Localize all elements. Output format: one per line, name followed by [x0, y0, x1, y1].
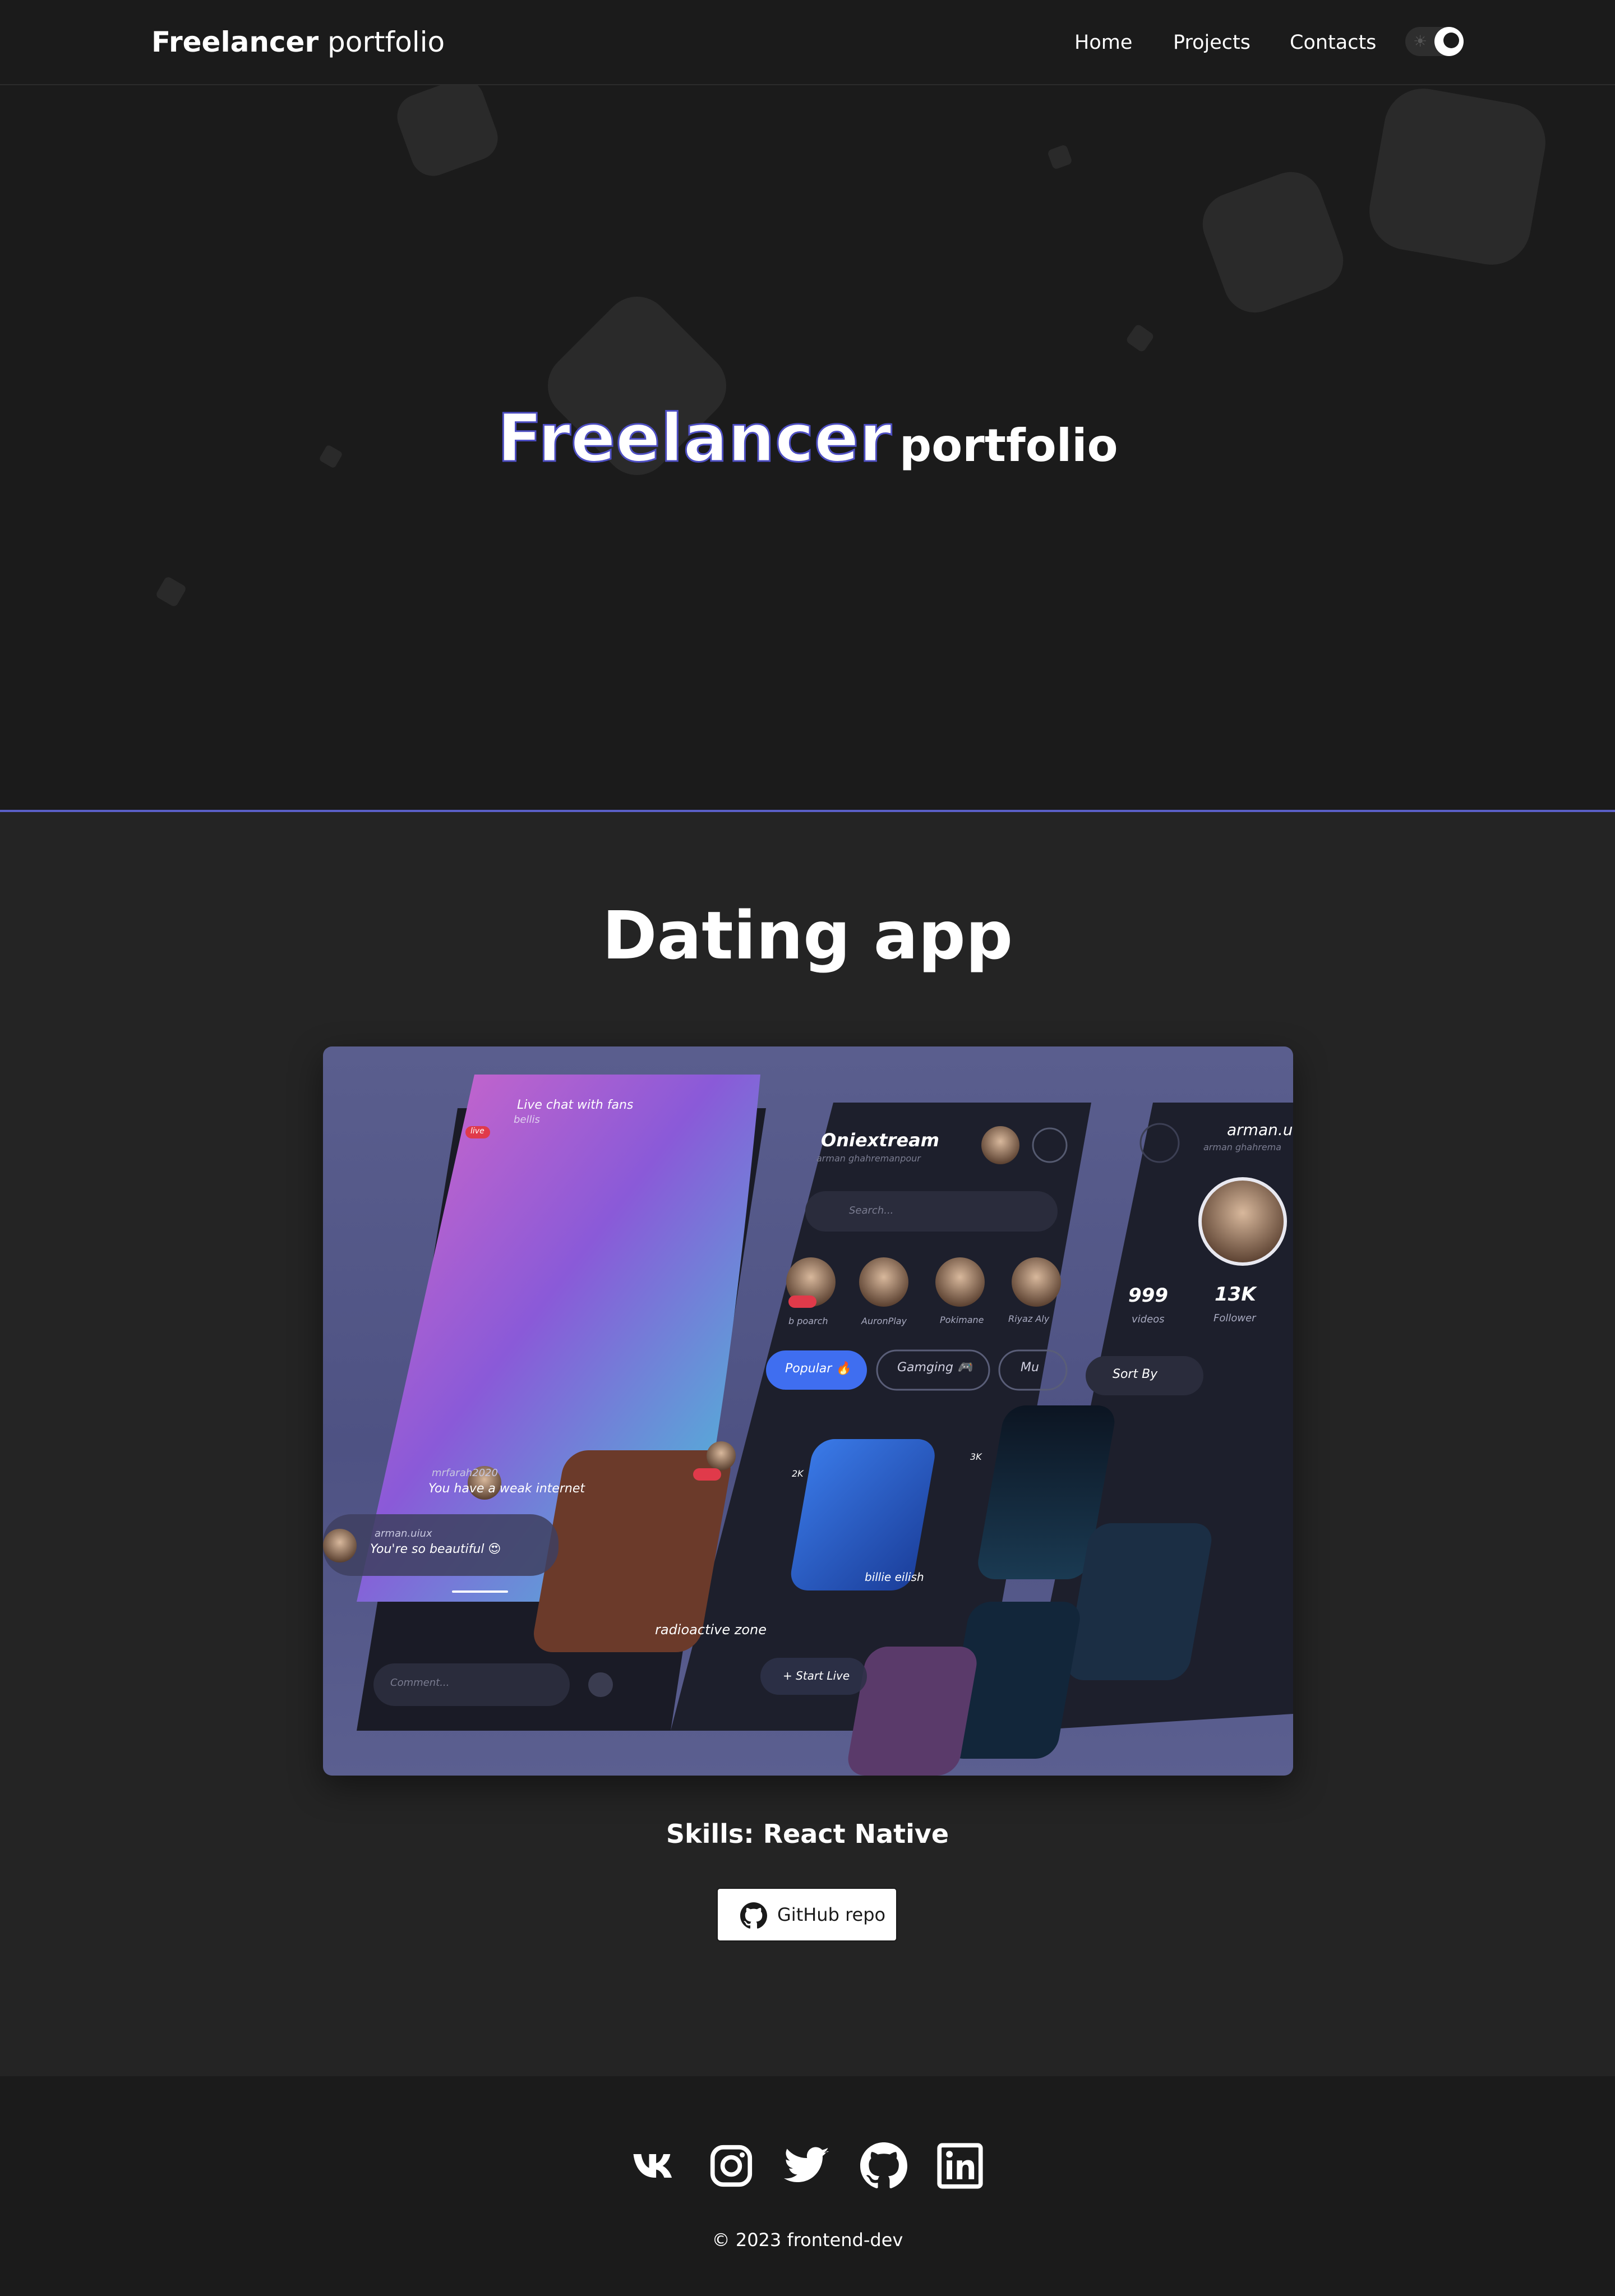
stat-videos-label: videos — [1132, 1313, 1165, 1325]
story-name-4: Riyaz Aly — [1008, 1313, 1050, 1324]
project-section: Dating app Live chat with fans bellis li… — [0, 812, 1615, 2076]
github-icon — [740, 1902, 767, 1929]
views-badge: 3K — [970, 1451, 982, 1462]
hero-section: Freelancer portfolio — [0, 85, 1615, 811]
media-card-performer — [848, 1647, 977, 1776]
theme-toggle[interactable]: ☀ — [1405, 27, 1464, 56]
card2-title: billie eilish — [865, 1570, 924, 1584]
avatar — [323, 1529, 357, 1562]
search-placeholder: Search... — [849, 1205, 894, 1216]
app-user: arman ghahremanpour — [816, 1153, 921, 1164]
chip-more-label: Mu — [1021, 1361, 1039, 1375]
msg2-text: You're so beautiful 😍 — [370, 1542, 501, 1556]
linkedin-icon[interactable] — [936, 2142, 984, 2189]
instagram-icon[interactable] — [708, 2142, 755, 2189]
site-footer: © 2023 frontend-dev — [0, 2076, 1615, 2296]
decor-shape — [1125, 323, 1155, 353]
app-mockup — [323, 1075, 1293, 1776]
brand-logo[interactable]: Freelancer portfolio — [151, 22, 445, 62]
vk-icon[interactable] — [631, 2142, 679, 2189]
card1-title: radioactive zone — [655, 1622, 767, 1638]
github-icon[interactable] — [860, 2142, 907, 2189]
live-badge — [788, 1295, 816, 1308]
story-name-1: b poarch — [788, 1316, 828, 1326]
decor-shape — [1363, 85, 1552, 271]
project-preview-image: Live chat with fans bellis live mrfarah2… — [323, 1046, 1293, 1776]
story-name-2: AuronPlay — [861, 1316, 907, 1326]
live-badge-text: live — [470, 1127, 484, 1136]
brand-light: portfolio — [327, 26, 445, 58]
msg1-user: mrfarah2020 — [432, 1467, 498, 1479]
story-avatar[interactable] — [935, 1257, 985, 1307]
stat-followers-number: 13K — [1215, 1283, 1256, 1306]
story-name-3: Pokimane — [940, 1315, 984, 1325]
avatar — [707, 1441, 736, 1470]
sun-icon: ☀ — [1413, 32, 1428, 50]
github-repo-label: GitHub repo — [777, 1904, 886, 1925]
moon-icon — [1434, 27, 1464, 56]
chip-gaming-label: Gamging 🎮 — [897, 1361, 973, 1375]
profile-name: arman.ui — [1227, 1121, 1293, 1139]
search-input[interactable] — [805, 1191, 1058, 1232]
nav-contacts[interactable]: Contacts — [1290, 27, 1376, 58]
decor-shape — [155, 575, 187, 608]
app-name: Oniextream — [821, 1129, 940, 1151]
decor-shape — [1046, 144, 1073, 170]
hero-title: Freelancer portfolio — [0, 399, 1615, 478]
profile-avatar — [1198, 1177, 1287, 1266]
twitter-icon[interactable] — [784, 2142, 831, 2189]
copyright-text: © 2023 frontend-dev — [712, 2229, 903, 2251]
skills-text: Skills: React Native — [666, 1819, 949, 1849]
project-title: Dating app — [602, 897, 1013, 974]
send-icon[interactable] — [588, 1672, 613, 1697]
nav-projects[interactable]: Projects — [1173, 27, 1251, 58]
msg1-text: You have a weak internet — [428, 1482, 585, 1496]
comment-placeholder: Comment... — [390, 1677, 450, 1689]
chat-sub: bellis — [514, 1114, 540, 1126]
live-badge — [693, 1468, 721, 1481]
chip-popular-label: Popular 🔥 — [785, 1362, 851, 1376]
brand-bold: Freelancer — [151, 26, 319, 58]
msg2-user: arman.uiux — [375, 1528, 432, 1539]
start-live-label: + Start Live — [783, 1669, 850, 1682]
nav-home[interactable]: Home — [1074, 27, 1132, 58]
story-avatar[interactable] — [1012, 1257, 1061, 1307]
chat-header: Live chat with fans — [517, 1098, 634, 1112]
hero-title-outline: Freelancer — [496, 399, 893, 478]
story-avatar[interactable] — [859, 1257, 908, 1307]
stat-followers-label: Follower — [1213, 1312, 1256, 1324]
site-header: Freelancer portfolio Home Projects Conta… — [0, 0, 1615, 85]
views-badge: 2K — [792, 1468, 804, 1479]
profile-sub: arman ghahrema — [1203, 1142, 1282, 1152]
home-indicator — [452, 1590, 508, 1593]
sort-by-label: Sort By — [1113, 1367, 1158, 1381]
avatar — [981, 1126, 1019, 1164]
github-repo-button[interactable]: GitHub repo — [717, 1888, 897, 1942]
decor-shape — [391, 85, 504, 182]
stat-videos-number: 999 — [1128, 1284, 1168, 1307]
hero-title-solid: portfolio — [899, 419, 1118, 472]
decor-shape — [1194, 163, 1352, 321]
